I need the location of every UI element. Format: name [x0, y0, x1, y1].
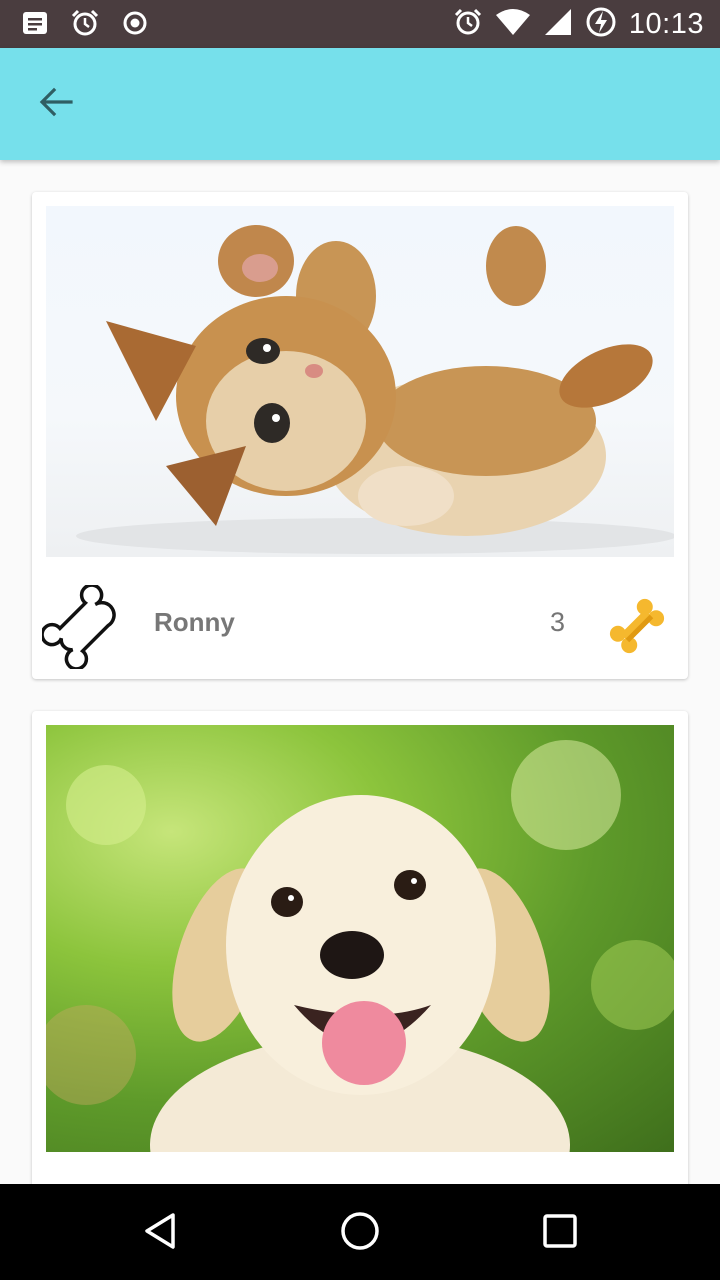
notification-message-icon [20, 8, 50, 42]
puppy-photo[interactable] [46, 725, 674, 1152]
recents-square-icon [540, 1211, 580, 1255]
alarm-icon [70, 8, 100, 42]
back-triangle-icon [140, 1211, 180, 1255]
bone-gold-icon [602, 598, 672, 665]
kitten-photo[interactable] [46, 206, 674, 557]
app-bar [0, 48, 720, 160]
bone-outline-button[interactable] [40, 583, 126, 671]
cell-signal-icon [543, 7, 573, 41]
pet-card [32, 711, 688, 1184]
bone-like-button[interactable] [602, 591, 672, 661]
back-button[interactable] [30, 84, 82, 124]
alarm-icon [453, 7, 483, 41]
status-bar: 10:13 [0, 0, 720, 48]
likes-count: 3 [550, 607, 566, 637]
arrow-back-icon [38, 87, 74, 121]
record-icon [120, 8, 150, 42]
status-time: 10:13 [628, 7, 704, 40]
wifi-icon [495, 7, 531, 41]
pet-card: Ronny 3 [32, 192, 688, 679]
navigation-bar [0, 1184, 720, 1280]
pet-card-footer: Ronny 3 [32, 571, 688, 671]
bone-outline-icon [40, 583, 126, 673]
home-circle-icon [339, 1210, 381, 1256]
nav-recents-button[interactable] [535, 1208, 585, 1258]
nav-home-button[interactable] [335, 1208, 385, 1258]
nav-back-button[interactable] [135, 1208, 185, 1258]
pet-list[interactable]: Ronny 3 [0, 160, 720, 1184]
battery-charging-icon [585, 6, 617, 42]
pet-name: Ronny [154, 607, 235, 637]
